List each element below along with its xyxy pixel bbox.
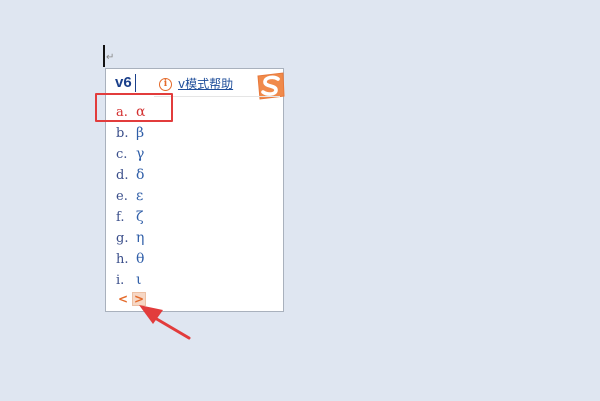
candidate-char[interactable]: ι — [136, 270, 142, 291]
ime-caret — [135, 74, 136, 92]
candidate-row[interactable]: h. θ — [116, 247, 276, 268]
candidate-list: a. α b. β c. γ d. δ e. ε f. ζ g. η h. θ i. ι — [116, 100, 276, 289]
arrow-shaft — [153, 316, 191, 340]
v-mode-help-link[interactable]: v模式帮助 — [178, 76, 233, 92]
candidate-row[interactable]: b. β — [116, 121, 276, 142]
candidate-key: h. — [116, 252, 129, 267]
candidate-pager: < > — [116, 292, 148, 306]
candidate-row[interactable]: c. γ — [116, 142, 276, 163]
v-mode-help[interactable]: i v模式帮助 — [159, 75, 233, 93]
candidate-row[interactable]: i. ι — [116, 268, 276, 289]
candidate-key: d. — [116, 168, 129, 183]
next-page-button[interactable]: > — [132, 292, 146, 306]
screenshot-stage: ↵ v6 i v模式帮助 a. α b. β c. γ d. δ e. ε f. ζ g. η h. θ i. ι… — [0, 0, 600, 401]
prev-page-button[interactable]: < — [116, 292, 130, 306]
candidate-key: g. — [116, 231, 129, 246]
candidate-char[interactable]: γ — [136, 144, 144, 165]
candidate-key: i. — [116, 273, 125, 288]
info-circle-icon[interactable]: i — [159, 77, 172, 91]
document-text-cursor — [103, 45, 105, 67]
candidate-char[interactable]: δ — [136, 165, 144, 186]
selection-highlight-box — [95, 93, 173, 122]
candidate-row[interactable]: e. ε — [116, 184, 276, 205]
candidate-key: c. — [116, 147, 128, 162]
paragraph-mark: ↵ — [106, 52, 115, 63]
candidate-char[interactable]: ζ — [136, 207, 144, 228]
candidate-char[interactable]: ε — [136, 186, 143, 207]
candidate-row[interactable]: g. η — [116, 226, 276, 247]
candidate-key: e. — [116, 189, 128, 204]
candidate-row[interactable]: d. δ — [116, 163, 276, 184]
candidate-char[interactable]: θ — [136, 249, 144, 270]
candidate-key: f. — [116, 210, 125, 225]
ime-composition-text[interactable]: v6 — [115, 74, 132, 92]
candidate-row[interactable]: f. ζ — [116, 205, 276, 226]
candidate-key: b. — [116, 126, 129, 141]
candidate-char[interactable]: β — [136, 123, 144, 144]
annotation-arrow — [139, 305, 191, 340]
candidate-char[interactable]: η — [136, 228, 144, 249]
